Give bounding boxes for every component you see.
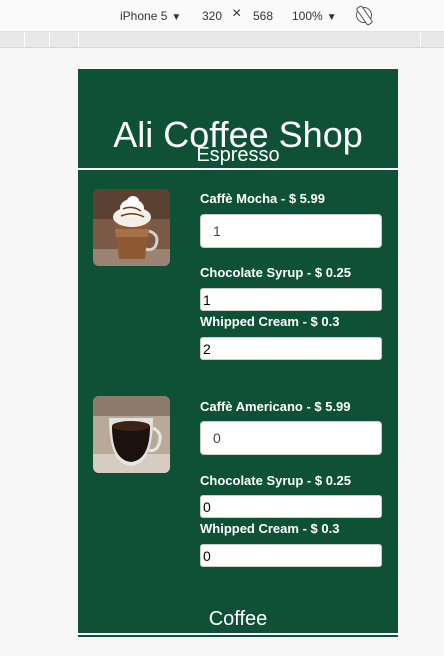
media-query-segment[interactable]: [0, 32, 25, 47]
media-query-segment[interactable]: [25, 32, 50, 47]
addon-label: Chocolate Syrup - $ 0.25: [200, 265, 351, 280]
quantity-input[interactable]: [200, 421, 382, 455]
device-viewport: Ali Coffee Shop Espresso Caffè Mocha - $…: [78, 69, 398, 637]
item-label: Caffè Mocha - $ 5.99: [200, 191, 325, 206]
height-input[interactable]: 568: [253, 9, 273, 23]
section-divider: [78, 168, 398, 170]
addon-label: Whipped Cream - $ 0.3: [200, 521, 340, 536]
rotate-icon[interactable]: [356, 7, 372, 23]
media-query-segment[interactable]: [421, 32, 443, 47]
zoom-level: 100%: [292, 9, 323, 23]
zoom-select[interactable]: 100% ▼: [292, 9, 337, 25]
dimension-separator: ×: [232, 5, 242, 22]
chevron-down-icon: ▼: [326, 12, 337, 23]
section-title-coffee: Coffee: [208, 608, 268, 630]
media-query-bar[interactable]: [0, 32, 444, 48]
device-select[interactable]: iPhone 5 ▼: [120, 9, 181, 25]
chevron-down-icon: ▼: [171, 12, 182, 23]
media-query-segment[interactable]: [396, 32, 421, 47]
chocolate-syrup-input[interactable]: [200, 495, 382, 518]
item-label: Caffè Americano - $ 5.99: [200, 399, 351, 414]
whipped-cream-input[interactable]: [200, 544, 382, 567]
device-toolbar: iPhone 5 ▼ 320 × 568 100% ▼: [0, 0, 444, 32]
addon-label: Chocolate Syrup - $ 0.25: [200, 473, 351, 488]
addon-label: Whipped Cream - $ 0.3: [200, 314, 340, 329]
chocolate-syrup-input[interactable]: [200, 288, 382, 311]
quantity-input[interactable]: [200, 214, 382, 248]
whipped-cream-input[interactable]: [200, 337, 382, 360]
caffe-americano-image: [93, 396, 170, 473]
width-input[interactable]: 320: [202, 9, 222, 23]
media-query-segment[interactable]: [50, 32, 79, 47]
section-title-espresso: Espresso: [196, 144, 280, 166]
device-name: iPhone 5: [120, 9, 168, 23]
section-divider: [78, 633, 398, 635]
caffe-mocha-image: [93, 189, 170, 266]
